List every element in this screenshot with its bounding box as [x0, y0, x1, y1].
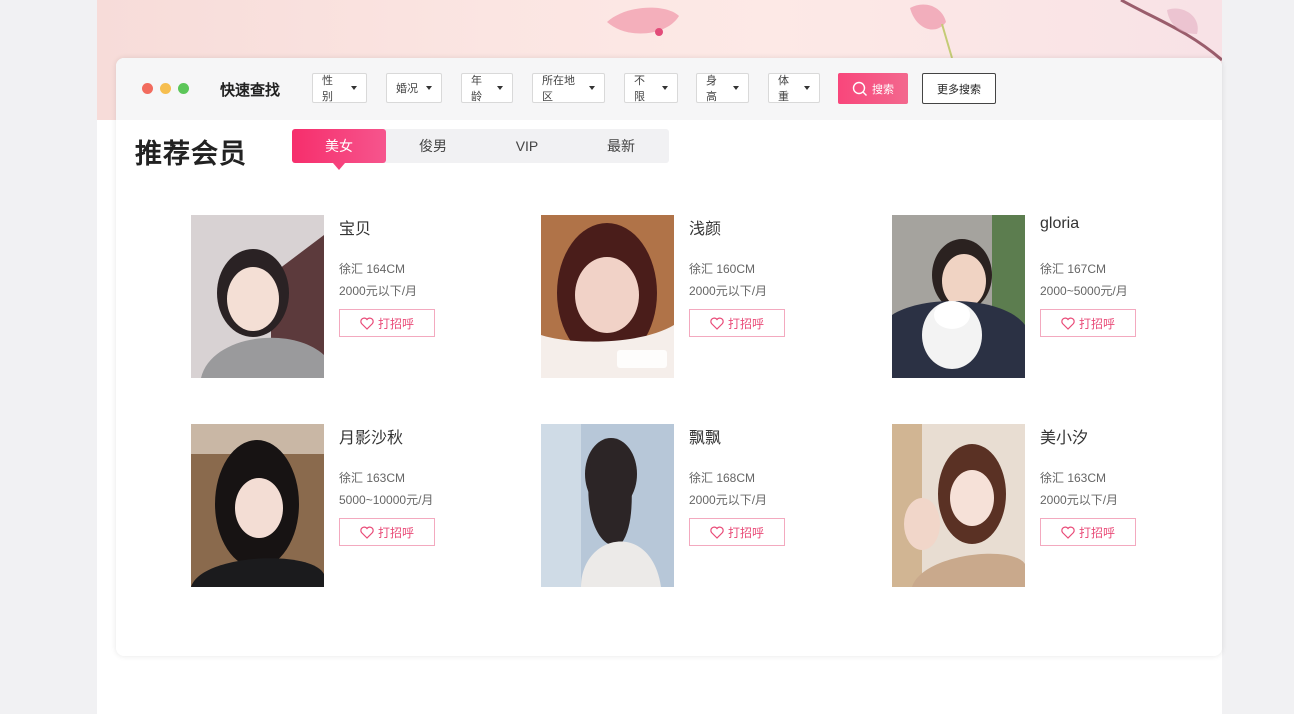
member-name[interactable]: 飘飘: [689, 424, 721, 448]
region-select[interactable]: 所在地区: [532, 73, 605, 103]
member-location-height: 徐汇 163CM: [339, 471, 406, 485]
heart-icon: [360, 317, 374, 330]
height-select[interactable]: 身高: [696, 73, 749, 103]
more-search-button[interactable]: 更多搜索: [922, 73, 996, 104]
heart-icon: [710, 317, 724, 330]
search-icon: [852, 81, 867, 96]
heart-icon: [1061, 317, 1075, 330]
tab-handsome[interactable]: 俊男: [386, 129, 480, 163]
recommend-card: 快速查找 性别 婚况 年龄 所在地区 不限 身高 体重 搜索 更多搜索 推荐会员…: [116, 58, 1222, 656]
petal-decoration: [910, 4, 953, 59]
member-income: 2000~5000元/月: [1040, 284, 1128, 298]
caret-down-icon: [426, 86, 432, 90]
tab-vip[interactable]: VIP: [480, 129, 574, 163]
member-name[interactable]: 浅颜: [689, 215, 721, 239]
heart-icon: [1061, 526, 1075, 539]
marital-select[interactable]: 婚况: [386, 73, 442, 103]
member-photo[interactable]: [892, 215, 1025, 378]
maximize-dot[interactable]: [178, 83, 189, 94]
greet-label: 打招呼: [377, 316, 414, 331]
quick-search-bar: 快速查找 性别 婚况 年龄 所在地区 不限 身高 体重 搜索 更多搜索: [116, 58, 1222, 120]
unlimited-select[interactable]: 不限: [624, 73, 678, 103]
member-card: 美小汐 徐汇 163CM 2000元以下/月 打招呼: [892, 424, 1152, 589]
member-card: 浅颜 徐汇 160CM 2000元以下/月 打招呼: [541, 215, 801, 380]
member-location-height: 徐汇 167CM: [1040, 262, 1107, 276]
member-location-height: 徐汇 163CM: [1040, 471, 1107, 485]
tab-beauty[interactable]: 美女: [292, 129, 386, 170]
select-label: 所在地区: [542, 75, 575, 103]
member-income: 2000元以下/月: [689, 284, 768, 298]
greet-button[interactable]: 打招呼: [689, 518, 785, 546]
select-label: 不限: [634, 75, 645, 103]
member-location-height: 徐汇 160CM: [689, 262, 756, 276]
member-photo[interactable]: [191, 215, 324, 378]
heart-icon: [710, 526, 724, 539]
member-tabs: 美女 俊男 VIP 最新: [292, 129, 669, 170]
minimize-dot[interactable]: [160, 83, 171, 94]
heart-icon: [360, 526, 374, 539]
select-label: 身高: [706, 75, 717, 103]
greet-label: 打招呼: [727, 316, 764, 331]
member-photo[interactable]: [541, 215, 674, 378]
member-income: 5000~10000元/月: [339, 493, 434, 507]
search-button[interactable]: 搜索: [838, 73, 908, 104]
member-income: 2000元以下/月: [689, 493, 768, 507]
petal-decoration: [607, 7, 679, 36]
greet-button[interactable]: 打招呼: [689, 309, 785, 337]
greet-label: 打招呼: [1078, 316, 1115, 331]
caret-down-icon: [804, 86, 810, 90]
greet-button[interactable]: 打招呼: [1040, 518, 1136, 546]
section-title: 推荐会员: [135, 139, 247, 169]
search-button-label: 搜索: [872, 83, 894, 96]
greet-button[interactable]: 打招呼: [339, 518, 435, 546]
select-label: 年龄: [471, 75, 482, 103]
greet-button[interactable]: 打招呼: [339, 309, 435, 337]
member-name[interactable]: 宝贝: [339, 215, 371, 239]
member-name[interactable]: gloria: [1040, 215, 1079, 233]
quick-search-title: 快速查找: [220, 82, 281, 99]
member-income: 2000元以下/月: [339, 284, 418, 298]
member-card: gloria 徐汇 167CM 2000~5000元/月 打招呼: [892, 215, 1152, 380]
close-dot[interactable]: [142, 83, 153, 94]
window-controls: [142, 83, 189, 94]
member-location-height: 徐汇 168CM: [689, 471, 756, 485]
member-name[interactable]: 美小汐: [1040, 424, 1088, 448]
member-income: 2000元以下/月: [1040, 493, 1119, 507]
tab-newest[interactable]: 最新: [574, 129, 668, 163]
greet-label: 打招呼: [377, 525, 414, 540]
age-select[interactable]: 年龄: [461, 73, 513, 103]
caret-down-icon: [662, 86, 668, 90]
select-label: 性别: [322, 75, 333, 103]
caret-down-icon: [497, 86, 503, 90]
member-name[interactable]: 月影沙秋: [339, 424, 403, 448]
member-photo[interactable]: [892, 424, 1025, 587]
greet-button[interactable]: 打招呼: [1040, 309, 1136, 337]
greet-label: 打招呼: [1078, 525, 1115, 540]
caret-down-icon: [733, 86, 739, 90]
gender-select[interactable]: 性别: [312, 73, 367, 103]
member-photo[interactable]: [191, 424, 324, 587]
greet-label: 打招呼: [727, 525, 764, 540]
caret-down-icon: [589, 86, 595, 90]
member-location-height: 徐汇 164CM: [339, 262, 406, 276]
select-label: 体重: [778, 75, 789, 103]
select-label: 婚况: [396, 83, 418, 95]
member-card: 飘飘 徐汇 168CM 2000元以下/月 打招呼: [541, 424, 801, 589]
member-card: 宝贝 徐汇 164CM 2000元以下/月 打招呼: [191, 215, 451, 380]
member-card: 月影沙秋 徐汇 163CM 5000~10000元/月 打招呼: [191, 424, 451, 589]
weight-select[interactable]: 体重: [768, 73, 820, 103]
caret-down-icon: [351, 86, 357, 90]
member-photo[interactable]: [541, 424, 674, 587]
